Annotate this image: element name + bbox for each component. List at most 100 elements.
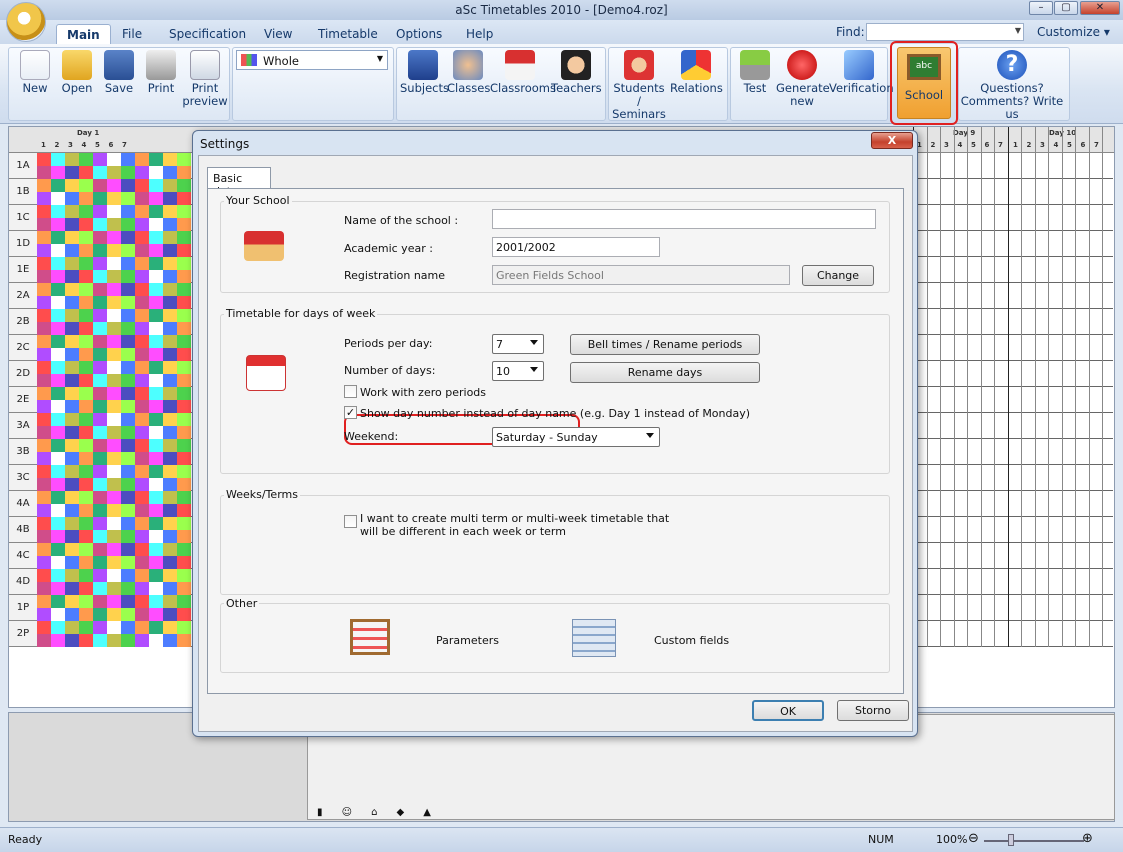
lesson-card[interactable] <box>79 296 93 309</box>
lesson-card[interactable] <box>121 595 135 608</box>
lesson-card[interactable] <box>93 205 107 218</box>
lesson-card[interactable] <box>149 387 163 400</box>
lesson-card[interactable] <box>79 621 93 634</box>
lesson-card[interactable] <box>163 270 177 283</box>
lesson-card[interactable] <box>121 374 135 387</box>
weekend-select[interactable]: Saturday - Sunday <box>492 427 660 447</box>
lesson-card[interactable] <box>79 504 93 517</box>
custom-fields-icon[interactable] <box>572 619 616 657</box>
lesson-card[interactable] <box>121 257 135 270</box>
lesson-card[interactable] <box>51 166 65 179</box>
lesson-card[interactable] <box>79 231 93 244</box>
lesson-card[interactable] <box>37 621 51 634</box>
lesson-card[interactable] <box>79 153 93 166</box>
lesson-card[interactable] <box>37 582 51 595</box>
lesson-cells[interactable] <box>37 465 193 491</box>
lesson-card[interactable] <box>37 439 51 452</box>
lesson-card[interactable] <box>135 452 149 465</box>
lesson-card[interactable] <box>135 387 149 400</box>
lesson-card[interactable] <box>121 335 135 348</box>
lesson-card[interactable] <box>93 283 107 296</box>
lesson-card[interactable] <box>149 504 163 517</box>
lesson-card[interactable] <box>51 478 65 491</box>
lesson-card[interactable] <box>121 439 135 452</box>
lesson-card[interactable] <box>107 491 121 504</box>
lesson-card[interactable] <box>65 335 79 348</box>
lesson-card[interactable] <box>149 426 163 439</box>
lesson-card[interactable] <box>65 205 79 218</box>
lesson-card[interactable] <box>79 517 93 530</box>
lesson-card[interactable] <box>107 439 121 452</box>
lesson-card[interactable] <box>79 634 93 647</box>
lesson-card[interactable] <box>121 231 135 244</box>
lesson-card[interactable] <box>37 426 51 439</box>
lesson-card[interactable] <box>107 504 121 517</box>
lesson-card[interactable] <box>177 166 191 179</box>
lesson-card[interactable] <box>163 166 177 179</box>
lesson-card[interactable] <box>107 634 121 647</box>
lesson-card[interactable] <box>177 621 191 634</box>
print-preview-button[interactable]: Print preview <box>182 48 228 108</box>
lesson-card[interactable] <box>177 179 191 192</box>
lesson-card[interactable] <box>135 426 149 439</box>
lesson-card[interactable] <box>135 569 149 582</box>
lesson-card[interactable] <box>65 270 79 283</box>
lesson-cells[interactable] <box>37 361 193 387</box>
lesson-card[interactable] <box>51 517 65 530</box>
lesson-card[interactable] <box>135 595 149 608</box>
lesson-card[interactable] <box>79 374 93 387</box>
customize-button[interactable]: Customize ▾ <box>1037 25 1110 39</box>
lesson-card[interactable] <box>37 257 51 270</box>
lesson-cells[interactable] <box>37 439 193 465</box>
lesson-card[interactable] <box>149 192 163 205</box>
find-input[interactable]: ▼ <box>866 23 1024 41</box>
lesson-card[interactable] <box>149 634 163 647</box>
lesson-card[interactable] <box>93 218 107 231</box>
class-row-label[interactable]: 1P <box>9 595 37 621</box>
zoom-in-icon[interactable]: ⊕ <box>1082 831 1093 846</box>
lesson-card[interactable] <box>79 543 93 556</box>
lesson-cells[interactable] <box>37 257 193 283</box>
class-row-label[interactable]: 2A <box>9 283 37 309</box>
lesson-cells[interactable] <box>37 621 193 647</box>
lesson-card[interactable] <box>65 465 79 478</box>
lesson-card[interactable] <box>163 530 177 543</box>
lesson-card[interactable] <box>121 400 135 413</box>
lesson-card[interactable] <box>177 634 191 647</box>
lesson-card[interactable] <box>177 517 191 530</box>
lesson-card[interactable] <box>51 231 65 244</box>
lesson-card[interactable] <box>107 400 121 413</box>
lesson-card[interactable] <box>37 452 51 465</box>
class-row-label[interactable]: 2P <box>9 621 37 647</box>
lesson-card[interactable] <box>51 491 65 504</box>
lesson-card[interactable] <box>121 621 135 634</box>
lesson-card[interactable] <box>121 322 135 335</box>
lesson-card[interactable] <box>65 582 79 595</box>
lesson-card[interactable] <box>135 491 149 504</box>
lesson-card[interactable] <box>135 439 149 452</box>
school-name-field[interactable] <box>492 209 876 229</box>
lesson-card[interactable] <box>37 309 51 322</box>
lesson-card[interactable] <box>149 231 163 244</box>
lesson-card[interactable] <box>79 309 93 322</box>
lesson-card[interactable] <box>177 257 191 270</box>
lesson-card[interactable] <box>121 348 135 361</box>
lesson-card[interactable] <box>51 452 65 465</box>
lesson-card[interactable] <box>107 543 121 556</box>
lesson-card[interactable] <box>135 322 149 335</box>
lesson-card[interactable] <box>177 283 191 296</box>
abacus-icon[interactable] <box>350 619 390 655</box>
lesson-card[interactable] <box>51 595 65 608</box>
custom-fields-link[interactable]: Custom fields <box>654 634 729 647</box>
lesson-card[interactable] <box>121 465 135 478</box>
maximize-button[interactable]: ▢ <box>1054 1 1078 15</box>
lesson-card[interactable] <box>121 153 135 166</box>
lesson-card[interactable] <box>51 621 65 634</box>
lesson-card[interactable] <box>107 374 121 387</box>
lesson-card[interactable] <box>135 166 149 179</box>
lesson-card[interactable] <box>93 296 107 309</box>
lesson-card[interactable] <box>79 179 93 192</box>
lesson-card[interactable] <box>79 322 93 335</box>
lesson-card[interactable] <box>149 400 163 413</box>
lesson-card[interactable] <box>93 478 107 491</box>
